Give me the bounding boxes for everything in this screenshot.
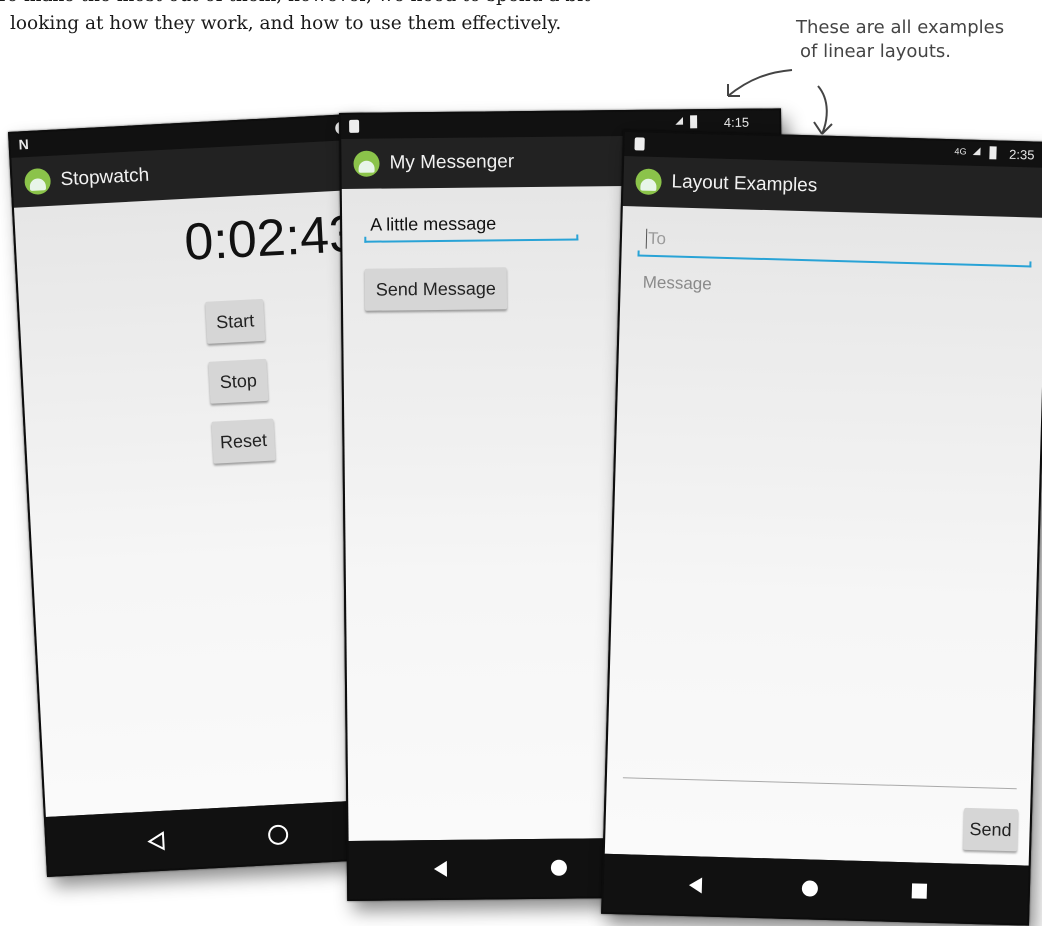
message-field[interactable]: Message	[642, 273, 711, 295]
to-field-underline	[637, 254, 1032, 268]
message-field-underline	[622, 777, 1017, 790]
home-icon[interactable]	[549, 858, 569, 878]
battery-icon	[989, 146, 997, 160]
send-button[interactable]: Send	[963, 807, 1019, 852]
back-icon[interactable]	[688, 876, 704, 894]
navigation-bar	[348, 837, 634, 899]
layout-examples-phone: 4G ◢ 2:35 Layout Examples To Message Sen…	[601, 130, 1042, 926]
sd-card-icon	[349, 119, 360, 133]
android-app-icon	[353, 150, 380, 177]
message-input-underline	[364, 238, 579, 243]
home-icon[interactable]	[800, 878, 821, 899]
android-app-icon	[23, 167, 52, 196]
messenger-content: A little message Send Message	[341, 186, 633, 841]
intro-line-1: To make the most out of them, however, w…	[0, 0, 716, 10]
back-icon[interactable]	[147, 831, 166, 852]
android-app-icon	[635, 168, 662, 196]
message-input[interactable]: A little message	[370, 213, 496, 235]
home-icon[interactable]	[267, 823, 290, 846]
reset-button[interactable]: Reset	[211, 418, 276, 464]
app-bar: My Messenger	[341, 136, 626, 189]
network-type: 4G	[954, 146, 967, 157]
app-title: Stopwatch	[60, 164, 150, 191]
arrow-to-layout-examples	[817, 85, 828, 135]
stop-button[interactable]: Stop	[208, 358, 269, 404]
to-field[interactable]: To	[645, 228, 667, 250]
signal-icon: ◢	[675, 115, 684, 127]
start-button[interactable]: Start	[205, 298, 266, 344]
annotation-line-1: These are all examples	[796, 17, 1005, 38]
status-time: 4:15	[723, 114, 750, 130]
battery-icon	[690, 115, 698, 129]
recents-icon[interactable]	[911, 883, 928, 899]
layout-examples-content: To Message Send	[604, 206, 1042, 866]
status-time: 2:35	[1008, 146, 1035, 163]
intro-paragraph: To make the most out of them, however, w…	[0, 0, 716, 38]
send-message-button[interactable]: Send Message	[364, 267, 508, 311]
intro-line-2: looking at how they work, and how to use…	[10, 13, 562, 34]
app-title: My Messenger	[389, 151, 515, 174]
signal-icon: ◢	[972, 145, 981, 157]
handwritten-annotation: These are all examples of linear layouts…	[796, 16, 1042, 64]
elapsed-time: 0:02:43	[183, 204, 360, 272]
arrow-to-messenger	[727, 69, 793, 97]
back-icon[interactable]	[433, 860, 449, 878]
navigation-bar	[603, 853, 1029, 924]
notification-n-icon: N	[18, 135, 30, 153]
sd-card-icon	[634, 137, 645, 151]
app-title: Layout Examples	[671, 171, 818, 197]
